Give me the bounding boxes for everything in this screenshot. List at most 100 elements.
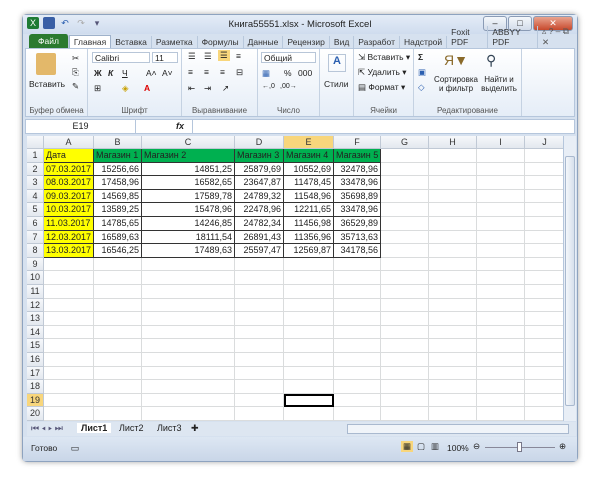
cell[interactable] [477,285,525,299]
cell[interactable] [94,393,142,408]
percent-button[interactable]: % [284,68,292,78]
row-header[interactable]: 9 [27,257,44,272]
cell[interactable] [334,312,381,326]
increase-decimal-icon[interactable]: ←,0 [262,83,275,90]
tab-9[interactable]: Надстрой [400,36,448,48]
tab-2[interactable]: Вставка [111,36,152,48]
tab-10[interactable]: Foxit PDF [447,26,489,48]
row-header[interactable]: 20 [27,407,44,421]
cell[interactable] [477,393,525,408]
data-cell[interactable]: 17489,63 [142,244,235,258]
cell[interactable] [525,299,563,313]
cell[interactable] [381,366,429,381]
page-layout-icon[interactable]: ▢ [417,441,425,452]
sheet-tab[interactable]: Лист3 [153,423,186,433]
cell[interactable] [477,244,525,258]
cell[interactable] [284,353,334,367]
data-cell[interactable]: 11478,45 [284,176,334,190]
wrap-text-icon[interactable]: ≡ [236,51,241,61]
cell[interactable] [44,366,94,381]
merge-icon[interactable]: ⊟ [236,67,243,78]
data-cell[interactable]: 11456,98 [284,217,334,231]
cell[interactable] [477,257,525,272]
cell[interactable] [381,380,429,394]
column-header[interactable]: C [142,136,235,149]
cell[interactable] [525,176,563,190]
data-cell[interactable]: 12.03.2017 [44,230,94,245]
cell[interactable] [142,257,235,272]
increase-indent-icon[interactable]: ⇥ [204,83,211,94]
cell[interactable] [525,380,563,394]
cell[interactable] [381,353,429,367]
cell[interactable] [525,353,563,367]
data-cell[interactable]: 18111,54 [142,230,235,245]
data-cell[interactable]: 12569,87 [284,244,334,258]
cell[interactable] [381,339,429,353]
cell[interactable] [429,257,477,272]
cell[interactable] [334,298,381,313]
fill-icon[interactable]: ▣ [418,67,426,78]
cell[interactable] [429,230,477,245]
cell[interactable] [477,366,525,381]
data-cell[interactable]: 11.03.2017 [44,217,94,231]
cell[interactable] [334,393,381,408]
font-name-select[interactable]: Calibri [92,52,150,63]
worksheet-grid[interactable]: A B C D E F G H I J 1 Дата Магазин 1 Магазин 2 Магазин… [27,136,563,421]
copy-icon[interactable]: ⎘ [72,67,79,78]
cell[interactable] [235,257,284,272]
cell[interactable] [94,257,142,272]
cut-icon[interactable]: ✂ [72,53,79,64]
cell[interactable] [381,298,429,313]
header-cell[interactable]: Магазин 3 [235,149,284,163]
cell[interactable] [284,325,334,340]
cell[interactable] [381,271,429,285]
cell[interactable] [235,353,284,367]
tab-1[interactable]: Главная [68,35,112,48]
data-cell[interactable]: 12211,65 [284,203,334,217]
data-cell[interactable]: 25879,69 [235,162,284,177]
find-select-button[interactable]: Найти и выделить [478,75,520,93]
cell[interactable] [525,407,563,421]
ribbon-controls-icons[interactable]: ▵ ? – ⧉ ✕ [538,26,577,48]
cell[interactable] [284,285,334,299]
cell[interactable] [429,244,477,258]
sheet-tab[interactable]: Лист2 [115,423,148,433]
cell[interactable] [381,230,429,245]
new-sheet-icon[interactable]: ✚ [191,423,199,434]
data-cell[interactable]: 14246,85 [142,217,235,231]
data-cell[interactable]: 24789,32 [235,189,284,204]
cell[interactable] [284,339,334,353]
thousands-button[interactable]: 000 [298,68,312,78]
data-cell[interactable]: 14569,85 [94,189,142,204]
insert-cells-button[interactable]: ⇲ Вставить ▾ [358,52,410,63]
cell[interactable] [525,258,563,272]
paste-icon[interactable] [36,53,56,75]
column-header[interactable]: F [334,136,381,149]
cell[interactable] [44,339,94,353]
cell[interactable] [284,366,334,381]
grow-font-icon[interactable]: A˄ [146,68,157,78]
cell[interactable] [94,339,142,353]
align-bottom-icon[interactable]: ☰ [218,50,230,61]
cell[interactable] [381,149,429,163]
cell[interactable] [429,203,477,217]
row-header[interactable]: 6 [27,217,44,231]
cell[interactable] [334,380,381,394]
cell[interactable] [142,298,235,313]
cell[interactable] [477,230,525,245]
italic-button[interactable]: К [108,68,113,78]
data-cell[interactable]: 35713,63 [334,230,381,245]
cell[interactable] [477,353,525,367]
cell[interactable] [94,271,142,285]
cell[interactable] [429,407,477,421]
data-cell[interactable]: 13589,25 [94,203,142,217]
data-cell[interactable]: 23647,87 [235,176,284,190]
select-all-corner[interactable] [27,136,44,149]
cell[interactable] [94,325,142,340]
cell[interactable] [381,203,429,217]
cell[interactable] [477,162,525,177]
cell[interactable] [142,353,235,367]
vertical-scrollbar[interactable] [563,136,576,421]
row-header[interactable]: 12 [27,298,44,313]
horizontal-scrollbar[interactable] [347,424,569,434]
